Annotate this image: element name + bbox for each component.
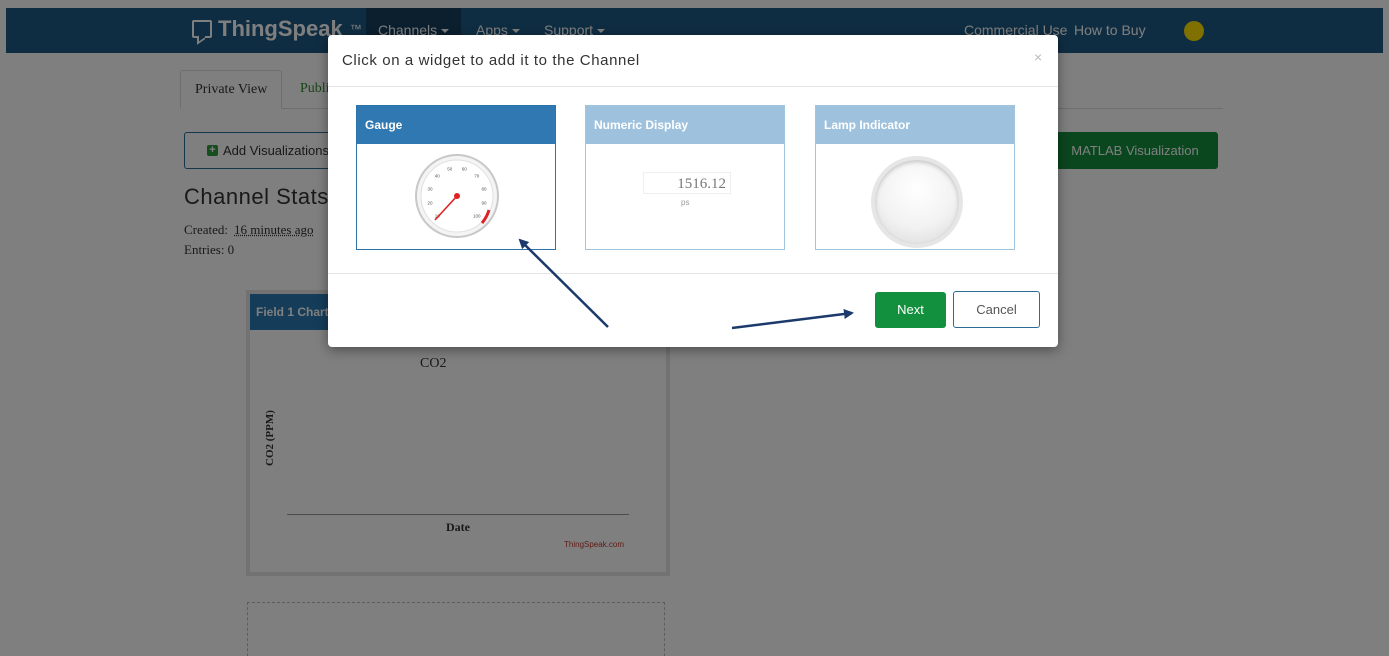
gauge-tick-label: 60 xyxy=(462,167,468,172)
gauge-tick-label: 50 xyxy=(447,167,453,172)
numeric-preview-value: 1516.12 xyxy=(643,172,731,194)
add-widget-modal: Click on a widget to add it to the Chann… xyxy=(328,35,1058,347)
divider xyxy=(328,86,1058,87)
widget-lamp-indicator[interactable]: Lamp Indicator xyxy=(815,105,1015,250)
widget-numeric-display[interactable]: Numeric Display 1516.12 ps xyxy=(585,105,785,250)
gauge-preview-icon: 1020304050 60708090100 xyxy=(415,154,499,238)
gauge-tick-label: 20 xyxy=(427,201,433,206)
divider xyxy=(328,273,1058,274)
modal-title: Click on a widget to add it to the Chann… xyxy=(342,52,640,69)
gauge-tick-label: 100 xyxy=(473,213,481,218)
gauge-tick-label: 30 xyxy=(427,186,433,191)
numeric-preview-unit: ps xyxy=(681,198,690,207)
lamp-preview-icon xyxy=(871,156,963,248)
gauge-tick-label: 80 xyxy=(481,186,487,191)
next-button[interactable]: Next xyxy=(875,292,946,328)
gauge-tick-label: 90 xyxy=(481,201,487,206)
widget-lamp-indicator-label: Lamp Indicator xyxy=(816,106,1014,144)
widget-gauge[interactable]: Gauge 10 20 30 40 50 60 70 80 90 100 xyxy=(356,105,556,250)
close-icon[interactable]: × xyxy=(1034,49,1042,65)
cancel-button[interactable]: Cancel xyxy=(953,291,1040,328)
gauge-tick-label: 40 xyxy=(435,174,441,179)
widget-gauge-label: Gauge xyxy=(357,106,555,144)
gauge-tick-label: 70 xyxy=(474,174,480,179)
widget-numeric-display-label: Numeric Display xyxy=(586,106,784,144)
